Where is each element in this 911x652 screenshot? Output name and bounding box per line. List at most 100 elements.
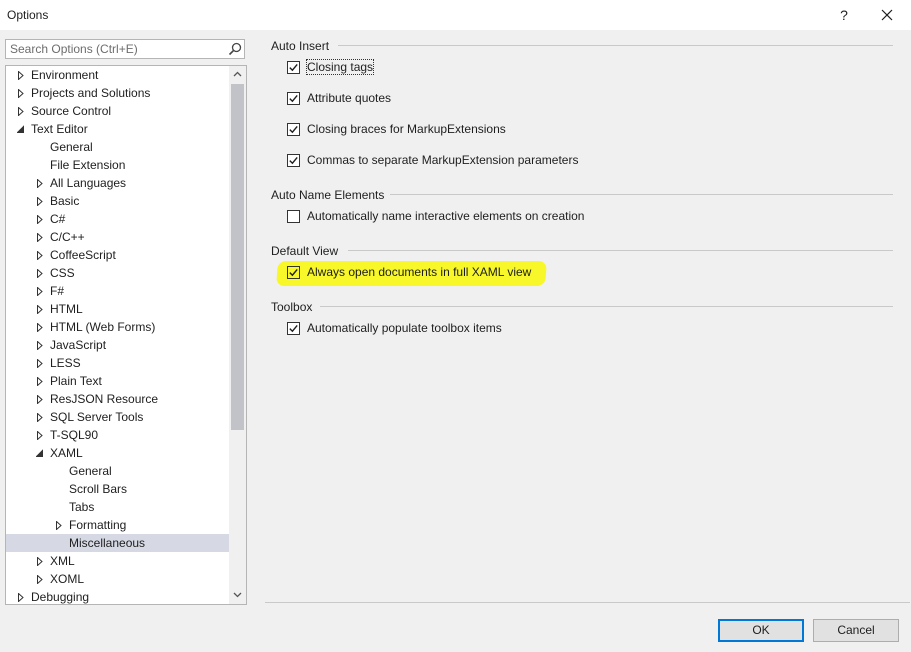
collapse-arrow-icon[interactable] (36, 449, 44, 458)
option-label: Always open documents in full XAML view (307, 265, 532, 279)
scrollbar-thumb[interactable] (231, 84, 244, 430)
tree-item[interactable]: XML (6, 552, 229, 570)
option-label: Attribute quotes (307, 91, 392, 105)
tree-item[interactable]: C# (6, 210, 229, 228)
tree-item-label: C# (50, 212, 66, 226)
tree-item[interactable]: LESS (6, 354, 229, 372)
expand-arrow-icon[interactable] (36, 575, 44, 584)
expand-arrow-icon[interactable] (36, 557, 44, 566)
checkmark-icon (289, 324, 298, 333)
tree-item[interactable]: JavaScript (6, 336, 229, 354)
expand-arrow-icon[interactable] (36, 323, 44, 332)
tree-item-label: Projects and Solutions (31, 86, 151, 100)
expand-arrow-icon[interactable] (36, 287, 44, 296)
checkbox[interactable] (287, 210, 300, 223)
tree-item[interactable]: All Languages (6, 174, 229, 192)
tree-item-label: F# (50, 284, 65, 298)
tree-item-label: Source Control (31, 104, 112, 118)
collapse-arrow-icon[interactable] (17, 125, 25, 134)
tree-item[interactable]: Debugging (6, 588, 229, 604)
tree-item[interactable]: Source Control (6, 102, 229, 120)
expand-arrow-icon[interactable] (36, 395, 44, 404)
tree-item-label: Scroll Bars (69, 482, 128, 496)
tree-item[interactable]: Scroll Bars (6, 480, 229, 498)
tree-item[interactable]: Formatting (6, 516, 229, 534)
search-box[interactable] (5, 39, 245, 59)
expand-arrow-icon[interactable] (36, 251, 44, 260)
tree-item-label: CSS (50, 266, 75, 280)
tree-item-label: JavaScript (50, 338, 107, 352)
tree-scrollbar[interactable] (229, 66, 246, 604)
expand-arrow-icon[interactable] (36, 413, 44, 422)
expand-arrow-icon[interactable] (36, 269, 44, 278)
checkbox[interactable] (287, 154, 300, 167)
checkbox[interactable] (287, 61, 300, 74)
tree-item-label: Formatting (69, 518, 127, 532)
help-button[interactable]: ? (832, 3, 856, 27)
tree-item-label: XML (50, 554, 75, 568)
tree-item[interactable]: T-SQL90 (6, 426, 229, 444)
scroll-down-icon[interactable] (233, 590, 242, 599)
expand-arrow-icon[interactable] (36, 179, 44, 188)
checkbox[interactable] (287, 92, 300, 105)
close-button[interactable] (874, 3, 900, 27)
tree-item-label: SQL Server Tools (50, 410, 144, 424)
options-tree[interactable]: Environment Projects and Solutions Source … (5, 65, 247, 605)
tree-item[interactable]: SQL Server Tools (6, 408, 229, 426)
tree-item[interactable]: Plain Text (6, 372, 229, 390)
option-label: Closing tags (305, 59, 375, 75)
expand-arrow-icon[interactable] (36, 305, 44, 314)
tree-item[interactable]: Miscellaneous (6, 534, 229, 552)
checkmark-icon (289, 268, 298, 277)
tree-item-label: XAML (50, 446, 83, 460)
tree-item[interactable]: Basic (6, 192, 229, 210)
tree-item-label: Text Editor (31, 122, 88, 136)
expand-arrow-icon[interactable] (36, 197, 44, 206)
tree-item-label: HTML (Web Forms) (50, 320, 156, 334)
checkbox[interactable] (287, 322, 300, 335)
cancel-button[interactable]: Cancel (813, 619, 899, 642)
checkbox[interactable] (287, 123, 300, 136)
expand-arrow-icon[interactable] (36, 233, 44, 242)
tree-item[interactable]: General (6, 138, 229, 156)
scroll-up-icon[interactable] (233, 70, 242, 79)
expand-arrow-icon[interactable] (36, 431, 44, 440)
expand-arrow-icon[interactable] (36, 359, 44, 368)
tree-item[interactable]: HTML (6, 300, 229, 318)
section-header-default-view: Default View (271, 244, 339, 258)
search-input[interactable] (10, 42, 222, 56)
tree-item[interactable]: CoffeeScript (6, 246, 229, 264)
tree-item-label: File Extension (50, 158, 126, 172)
window-title: Options (7, 8, 49, 22)
section-header-auto-name: Auto Name Elements (271, 188, 385, 202)
tree-item[interactable]: ResJSON Resource (6, 390, 229, 408)
tree-item[interactable]: F# (6, 282, 229, 300)
tree-item[interactable]: Environment (6, 66, 229, 84)
footer-divider (265, 602, 910, 603)
tree-item[interactable]: XAML (6, 444, 229, 462)
section-divider (320, 306, 893, 307)
tree-item[interactable]: File Extension (6, 156, 229, 174)
expand-arrow-icon[interactable] (36, 341, 44, 350)
ok-button[interactable]: OK (718, 619, 804, 642)
tree-item[interactable]: C/C++ (6, 228, 229, 246)
expand-arrow-icon[interactable] (36, 215, 44, 224)
tree-item[interactable]: General (6, 462, 229, 480)
tree-item[interactable]: Projects and Solutions (6, 84, 229, 102)
tree-item[interactable]: Tabs (6, 498, 229, 516)
search-icon[interactable] (228, 42, 242, 56)
expand-arrow-icon[interactable] (17, 89, 25, 98)
checkmark-icon (289, 94, 298, 103)
tree-item-label: Tabs (69, 500, 95, 514)
option-label: Automatically name interactive elements … (307, 209, 585, 223)
tree-item[interactable]: Text Editor (6, 120, 229, 138)
expand-arrow-icon[interactable] (17, 71, 25, 80)
expand-arrow-icon[interactable] (17, 107, 25, 116)
tree-item[interactable]: HTML (Web Forms) (6, 318, 229, 336)
checkbox[interactable] (287, 266, 300, 279)
expand-arrow-icon[interactable] (55, 521, 63, 530)
tree-item[interactable]: XOML (6, 570, 229, 588)
tree-item[interactable]: CSS (6, 264, 229, 282)
expand-arrow-icon[interactable] (36, 377, 44, 386)
expand-arrow-icon[interactable] (17, 593, 25, 602)
